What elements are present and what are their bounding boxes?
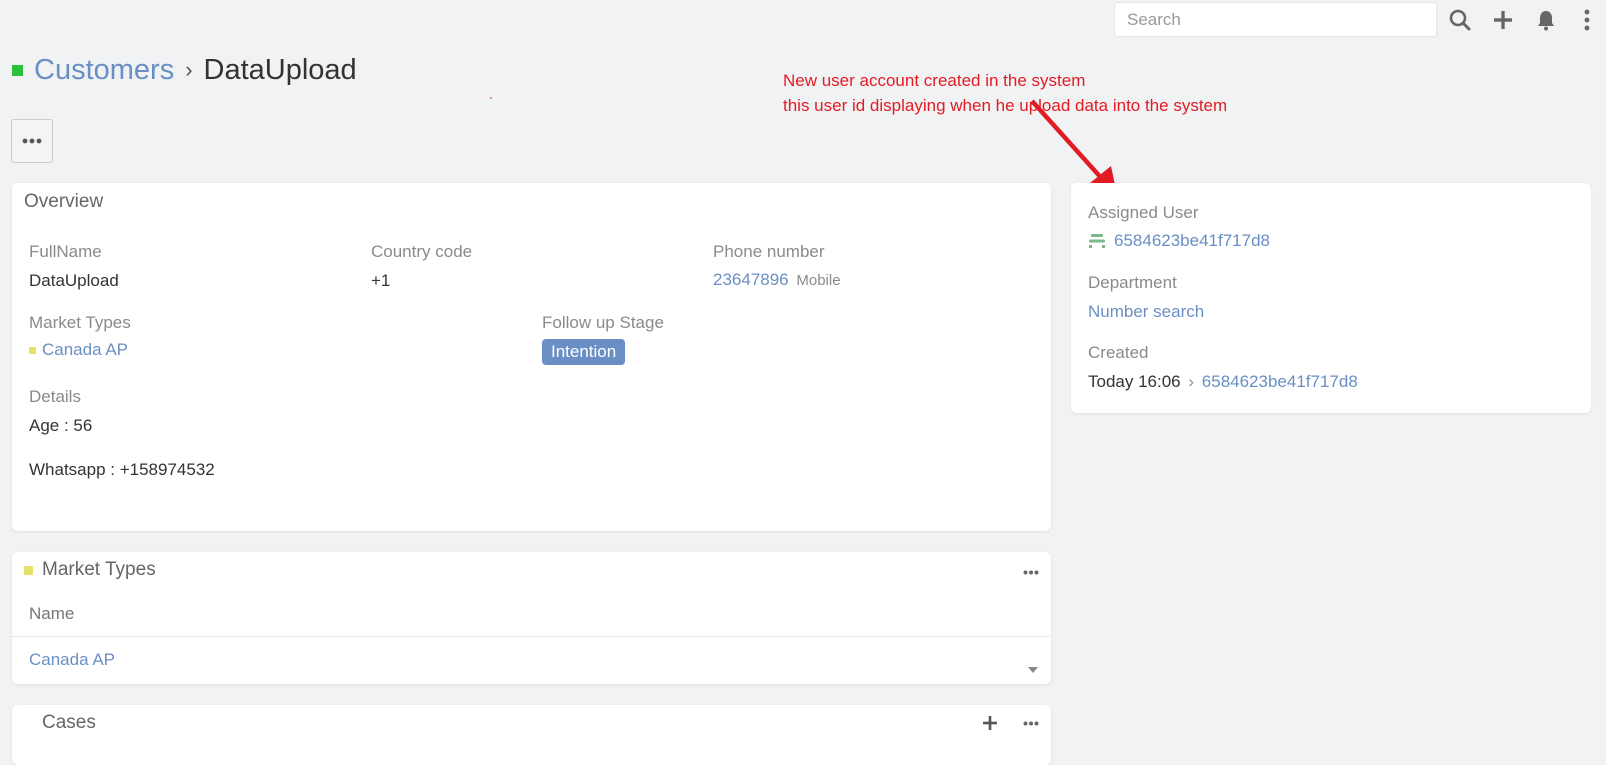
ellipsis-icon <box>22 138 42 144</box>
phone-number-field: 23647896 Mobile <box>713 270 841 290</box>
market-types-label: Market Types <box>29 313 131 332</box>
plus-icon[interactable] <box>1491 8 1515 32</box>
department-link[interactable]: Number search <box>1088 302 1204 322</box>
country-code-value: +1 <box>371 271 391 290</box>
more-actions-button[interactable] <box>11 119 53 163</box>
created-field: Today 16:06 › 6584623be41f717d8 <box>1088 372 1358 392</box>
follow-up-stage-label: Follow up Stage <box>542 313 664 332</box>
top-bar <box>0 0 1606 40</box>
plus-icon <box>983 716 997 730</box>
breadcrumb-separator: › <box>185 57 193 82</box>
kebab-menu-icon[interactable] <box>1575 8 1599 32</box>
department-label: Department <box>1088 273 1177 292</box>
market-type-link[interactable]: Canada AP <box>42 340 128 359</box>
assigned-user-field: 6584623be41f717d8 <box>1088 231 1270 251</box>
user-status-icon <box>1089 234 1105 248</box>
search-icon[interactable] <box>1448 8 1472 32</box>
details-label: Details <box>29 387 81 406</box>
phone-number-link[interactable]: 23647896 <box>713 270 789 289</box>
follow-up-stage-badge: Intention <box>542 339 626 365</box>
phone-type: Mobile <box>796 272 841 289</box>
market-type-color-square <box>29 347 36 355</box>
created-label: Created <box>1088 343 1149 362</box>
assigned-user-label: Assigned User <box>1088 203 1199 222</box>
add-case-button[interactable] <box>983 716 997 730</box>
bell-icon[interactable] <box>1534 8 1558 32</box>
market-types-panel-title: Market Types <box>42 559 156 580</box>
cases-panel: Cases <box>12 705 1051 765</box>
entity-color-square <box>12 64 23 76</box>
row-dropdown-caret-icon[interactable] <box>1028 658 1038 678</box>
created-by-link[interactable]: 6584623be41f717d8 <box>1202 372 1358 391</box>
phone-number-label: Phone number <box>713 242 825 261</box>
table-divider <box>12 636 1051 637</box>
market-types-panel-header: Market Types <box>24 559 156 581</box>
market-types-panel: Market Types Name Canada AP <box>12 552 1051 684</box>
ellipsis-icon <box>1023 570 1039 575</box>
annotation-line-2: this user id displaying when he upload d… <box>783 96 1228 115</box>
cases-panel-title: Cases <box>42 712 96 733</box>
annotation-line-1: New user account created in the system <box>783 71 1086 90</box>
country-code-label: Country code <box>371 242 473 261</box>
page-title: DataUpload <box>203 53 357 86</box>
created-time: Today 16:06 <box>1088 372 1181 391</box>
ellipsis-icon <box>1023 721 1039 726</box>
side-panel: Assigned User 6584623be41f717d8 Departme… <box>1071 183 1591 413</box>
annotation-note: New user account created in the system t… <box>783 68 1227 118</box>
annotation-tick: ` <box>489 95 493 109</box>
market-types-field: Canada AP <box>29 340 128 360</box>
overview-title: Overview <box>24 191 104 212</box>
details-age: Age : 56 <box>29 416 93 435</box>
fullname-value: DataUpload <box>29 271 119 290</box>
market-type-row-link[interactable]: Canada AP <box>29 650 115 670</box>
cases-menu-button[interactable] <box>1023 721 1039 726</box>
details-whatsapp: Whatsapp : +158974532 <box>29 460 215 479</box>
fullname-label: FullName <box>29 242 102 261</box>
overview-panel: Overview FullName DataUpload Country cod… <box>12 183 1051 531</box>
market-types-color-square <box>24 565 33 575</box>
column-header-name: Name <box>29 604 75 623</box>
assigned-user-link[interactable]: 6584623be41f717d8 <box>1114 231 1270 251</box>
market-types-menu-button[interactable] <box>1023 570 1039 575</box>
breadcrumb-customers-link[interactable]: Customers <box>34 54 174 87</box>
search-input[interactable] <box>1114 2 1437 37</box>
breadcrumb: Customers › DataUpload <box>12 50 357 90</box>
created-separator: › <box>1188 372 1195 391</box>
